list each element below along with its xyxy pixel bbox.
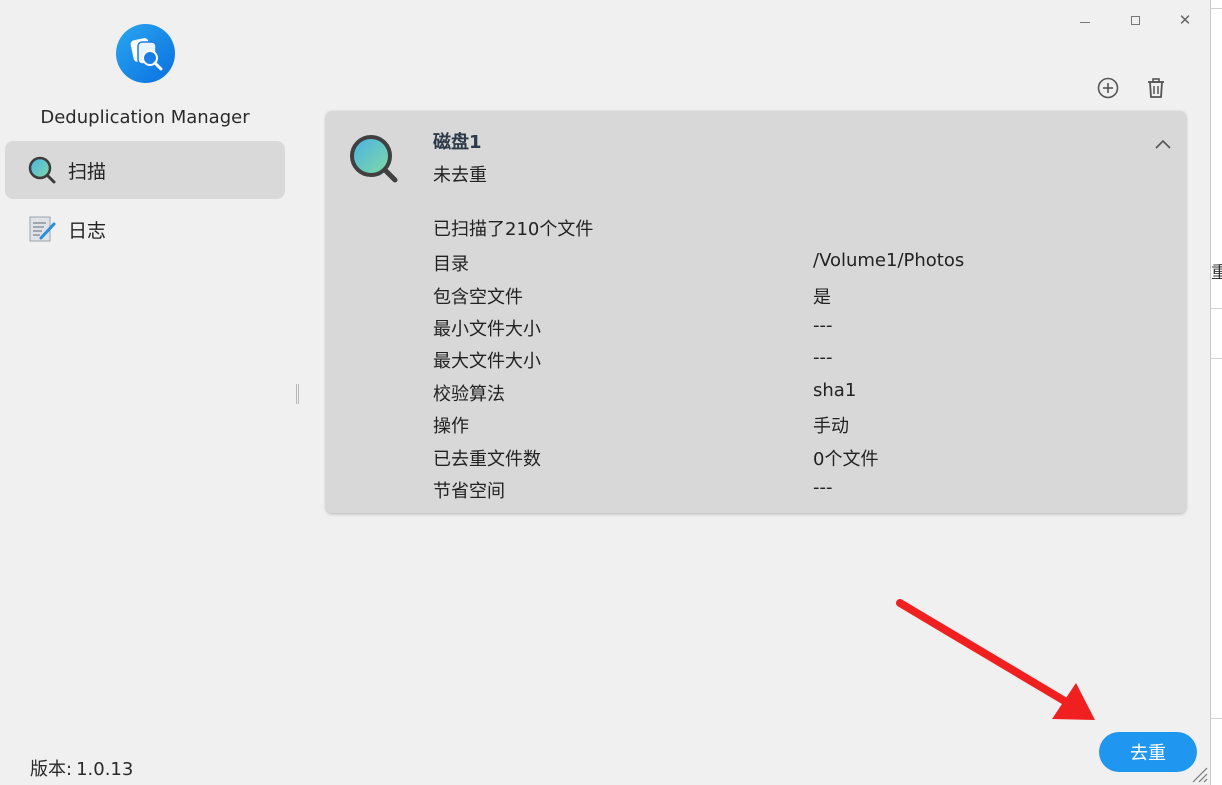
task-status: 未去重 (433, 165, 487, 186)
detail-row: 最大文件大小 --- (433, 347, 1153, 379)
background-window: 重 (1210, 0, 1222, 785)
detail-key: 最大文件大小 (433, 351, 541, 372)
add-task-button[interactable] (1095, 75, 1121, 101)
detail-key: 最小文件大小 (433, 319, 541, 340)
background-divider (1211, 308, 1222, 309)
magnifier-icon (27, 155, 57, 185)
background-divider (1211, 358, 1222, 359)
detail-row: 最小文件大小 --- (433, 315, 1153, 347)
maximize-icon (1130, 15, 1140, 25)
app-title: Deduplication Manager (40, 107, 250, 128)
task-card[interactable]: 磁盘1 未去重 已扫描了210个文件 目录 /Volume1/Photos 包含… (326, 111, 1186, 513)
detail-value: 0个文件 (813, 449, 879, 470)
app-window: ✕ Deduplication Manager 扫描 日志 版本: 1.0.13… (0, 0, 1211, 785)
chevron-up-icon (1155, 139, 1171, 149)
detail-value: /Volume1/Photos (813, 250, 965, 271)
scanned-count: 已扫描了210个文件 (433, 219, 594, 240)
task-title: 磁盘1 (433, 132, 482, 153)
close-button[interactable]: ✕ (1173, 8, 1197, 32)
background-divider (1211, 718, 1222, 719)
detail-row: 目录 /Volume1/Photos (433, 250, 1153, 282)
notepad-icon (27, 214, 57, 244)
detail-row: 已去重文件数 0个文件 (433, 445, 1153, 477)
delete-task-button[interactable] (1143, 75, 1169, 101)
detail-row: 节省空间 --- (433, 477, 1153, 509)
detail-row: 包含空文件 是 (433, 283, 1153, 315)
scan-task-icon (348, 133, 400, 185)
resize-grip-icon[interactable] (1190, 765, 1208, 783)
annotation-arrow-icon (896, 599, 1095, 720)
detail-value: 手动 (813, 416, 849, 437)
detail-row: 校验算法 sha1 (433, 380, 1153, 412)
version-value: 1.0.13 (76, 759, 134, 780)
detail-key: 已去重文件数 (433, 449, 541, 470)
minimize-icon (1080, 21, 1090, 23)
pane-splitter[interactable] (296, 384, 299, 404)
detail-key: 节省空间 (433, 481, 505, 502)
detail-key: 目录 (433, 254, 469, 275)
sidebar-item-scan[interactable]: 扫描 (5, 141, 285, 199)
app-logo-icon (116, 24, 175, 83)
version-label: 版本: (30, 759, 73, 780)
sidebar-item-label: 日志 (68, 219, 107, 242)
version-info: 版本: 1.0.13 (30, 755, 133, 781)
collapse-button[interactable] (1152, 133, 1174, 155)
sidebar-item-label: 扫描 (68, 160, 107, 183)
detail-value: --- (813, 477, 833, 498)
detail-key: 校验算法 (433, 384, 505, 405)
background-text-fragment: 重 (1211, 263, 1222, 283)
detail-value: --- (813, 347, 833, 368)
detail-key: 操作 (433, 416, 469, 437)
maximize-button[interactable] (1123, 8, 1147, 32)
sidebar-item-log[interactable]: 日志 (5, 200, 285, 258)
minimize-button[interactable] (1073, 8, 1097, 32)
close-icon: ✕ (1178, 11, 1192, 29)
trash-icon (1148, 78, 1164, 98)
plus-circle-icon (1097, 77, 1119, 99)
detail-key: 包含空文件 (433, 287, 523, 308)
detail-value: sha1 (813, 380, 857, 401)
background-divider (1211, 0, 1222, 9)
detail-row: 操作 手动 (433, 412, 1153, 444)
detail-value: --- (813, 315, 833, 336)
deduplicate-button[interactable]: 去重 (1099, 732, 1197, 772)
detail-value: 是 (813, 287, 831, 308)
